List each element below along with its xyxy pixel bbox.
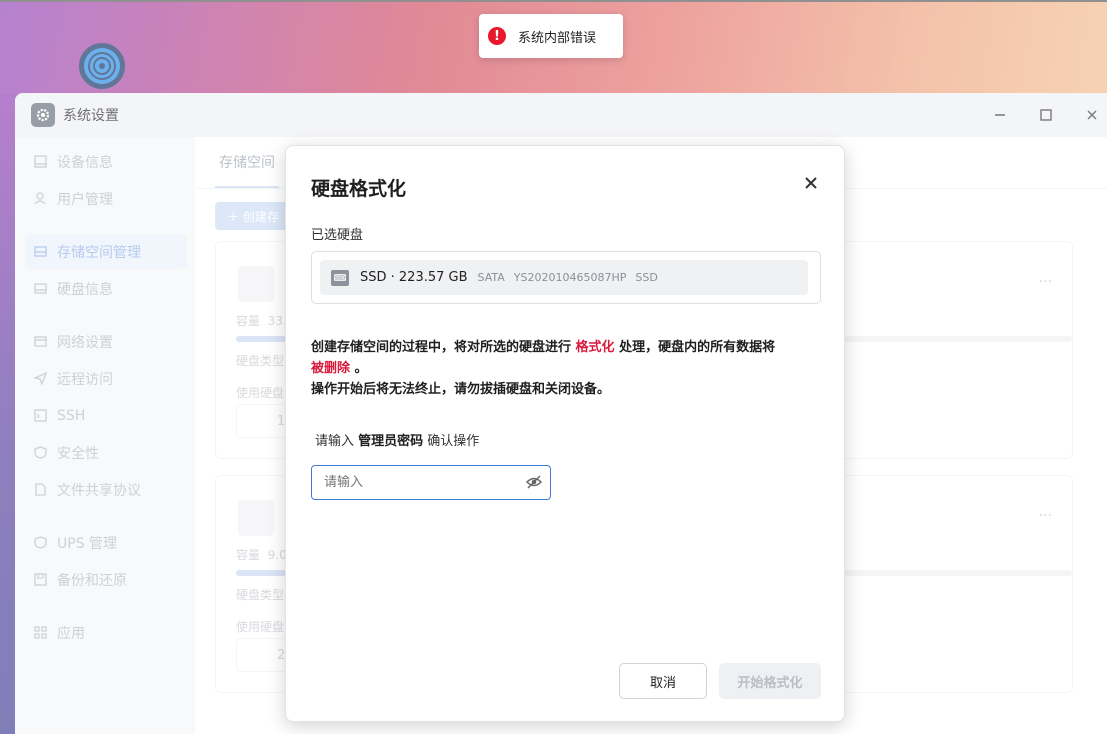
selected-disk-label: 已选硬盘: [311, 228, 364, 243]
error-icon: !: [488, 27, 506, 45]
svg-text:SSD: SSD: [335, 275, 345, 281]
disk-type: SSD: [635, 271, 658, 284]
format-warning: 创建存储空间的过程中，将对所选的硬盘进行 格式化 处理，硬盘内的所有数据将 被删…: [311, 340, 776, 397]
dialog-title: 硬盘格式化: [311, 178, 407, 200]
start-format-button[interactable]: 开始格式化: [719, 663, 821, 699]
ssd-icon: SSD: [331, 269, 349, 286]
disk-name: SSD · 223.57 GB: [360, 270, 468, 285]
error-toast: ! 系统内部错误: [479, 14, 623, 58]
cancel-button[interactable]: 取消: [619, 663, 707, 699]
toast-message: 系统内部错误: [518, 30, 597, 46]
eye-off-icon[interactable]: [525, 473, 543, 491]
password-prompt: 请输入 管理员密码 确认操作: [315, 434, 480, 449]
format-disk-dialog: 硬盘格式化 已选硬盘 SSD SSD · 223.57 GB SATA YS20…: [285, 145, 845, 722]
selected-disk-item: SSD SSD · 223.57 GB SATA YS202010465087H…: [320, 260, 808, 295]
close-icon[interactable]: [802, 174, 820, 192]
disk-interface: SATA: [477, 271, 505, 284]
admin-password-input[interactable]: [311, 465, 551, 500]
disk-serial: YS202010465087HP: [513, 271, 627, 284]
selected-disk-box: SSD SSD · 223.57 GB SATA YS202010465087H…: [311, 251, 821, 304]
